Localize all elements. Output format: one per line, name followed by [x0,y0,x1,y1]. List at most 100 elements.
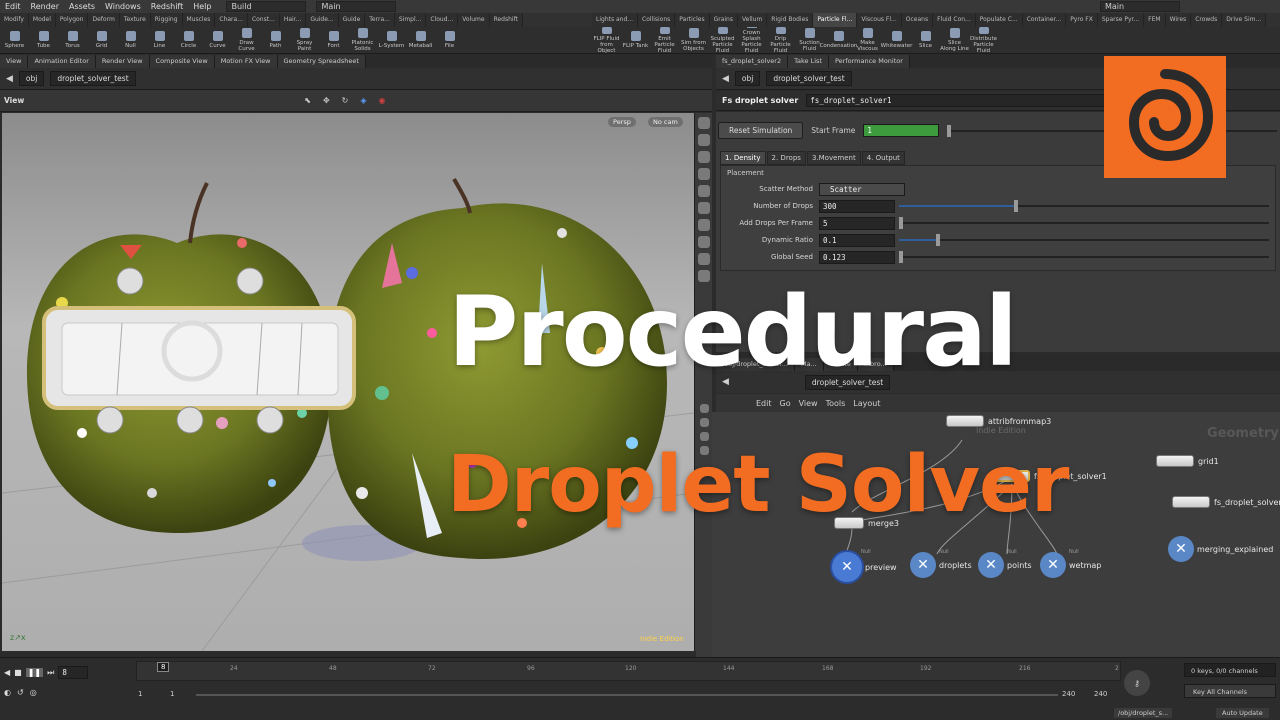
shelf-tool-button[interactable]: Distribute Particle Fluid [969,27,998,53]
menu-windows[interactable]: Windows [100,2,146,11]
snap-icon[interactable]: ◈ [360,96,366,105]
shelf-tab[interactable]: Rigid Bodies [767,13,814,27]
loop-icon[interactable]: ↺ [17,688,24,697]
shading-icon[interactable] [697,151,710,163]
network-tool-icon[interactable] [699,418,709,427]
path-node[interactable]: droplet_solver_test [50,71,136,86]
tab-motion-fx-view[interactable]: Motion FX View [214,55,278,68]
shelf-tool-button[interactable]: Line [145,27,174,53]
range-end[interactable]: 240 [1094,690,1107,698]
tab-composite-view[interactable]: Composite View [149,55,215,68]
shelf-tab[interactable]: Viscous Fl... [857,13,902,27]
node-name-field[interactable]: fs_droplet_solver1 [806,94,1127,107]
shelf-tool-button[interactable]: Drip Particle Fluid [766,27,795,53]
param-slider[interactable] [899,200,1269,212]
shelf-tab[interactable]: Guide... [306,13,339,27]
tab-take-list[interactable]: Take List [788,55,829,68]
tab-animation-editor[interactable]: Animation Editor [28,55,96,68]
shelf-tool-button[interactable]: Emit Particle Fluid [650,27,679,53]
shelf-tool-button[interactable]: Font [319,27,348,53]
menu-assets[interactable]: Assets [64,2,100,11]
path-obj[interactable]: obj [734,71,761,86]
desktop-main-dropdown[interactable]: Main [316,1,397,12]
back-arrow-icon[interactable]: ◀ [6,74,13,84]
shelf-tool-button[interactable]: Sculpted Particle Fluid [708,27,737,53]
shelf-tab[interactable]: Model [28,13,56,27]
param-slider[interactable] [899,217,1269,229]
shelf-tab[interactable]: Const... [247,13,280,27]
range-end-field[interactable]: 240 [1062,690,1075,698]
audio-icon[interactable]: ◐ [4,688,11,697]
shelf-tool-button[interactable]: Sphere [0,27,29,53]
skip-end-icon[interactable]: ⏭ [47,668,54,678]
shelf-tab[interactable]: Sparse Pyr... [1097,13,1145,27]
net-menu-layout[interactable]: Layout [853,399,880,408]
tab-render-view[interactable]: Render View [95,55,150,68]
shelf-tool-button[interactable]: Condensation [820,27,857,53]
desktop-build-dropdown[interactable]: Build [226,1,307,12]
node-wetmap[interactable]: ✕ Null wetmap [1040,549,1101,578]
shelf-tab[interactable]: Pyro FX [1066,13,1098,27]
back-arrow-icon[interactable]: ◀ [722,74,729,84]
shelf-tool-button[interactable]: File [435,27,464,53]
shelf-tab[interactable]: Collisions [638,13,676,27]
shelf-tab[interactable]: Wires [1165,13,1192,27]
range-start[interactable]: 1 [138,690,142,698]
stop-icon[interactable]: ■ [14,668,22,677]
persp-menu[interactable]: Persp [608,117,636,127]
menu-redshift[interactable]: Redshift [146,2,188,11]
shelf-tool-button[interactable]: Metaball [406,27,435,53]
node-preview[interactable]: ✕ Null preview [832,549,897,582]
tab-fs-droplet-solver2[interactable]: fs_droplet_solver2 [716,55,789,68]
shelf-tool-button[interactable]: Circle [174,27,203,53]
param-value-field[interactable]: 0.123 [819,250,895,264]
shelf-tool-button[interactable]: L-System [377,27,406,53]
tab-view[interactable]: View [0,55,29,68]
current-frame-field[interactable]: 8 [58,666,89,679]
shelf-tab[interactable]: Lights and... [592,13,639,27]
param-value-field[interactable]: 5 [819,216,895,230]
menu-edit[interactable]: Edit [0,2,26,11]
param-slider[interactable] [899,234,1269,246]
realtime-icon[interactable]: ◎ [30,688,37,697]
param-value-field[interactable]: 0.1 [819,233,895,247]
net-menu-edit[interactable]: Edit [756,399,772,408]
time-slider[interactable]: 8 24 48 72 96 120 144 168 192 216 2 [136,661,1121,681]
desktop-main-right-dropdown[interactable]: Main [1100,1,1180,12]
shelf-tab[interactable]: Populate C... [975,13,1023,27]
shelf-tab[interactable]: Guide [338,13,366,27]
grid-toggle-icon[interactable] [697,253,710,265]
start-frame-slider[interactable] [947,124,952,137]
reset-simulation-button[interactable]: Reset Simulation [718,122,804,139]
shelf-tab[interactable]: Drive Sim... [1222,13,1267,27]
param-slider-knob[interactable] [936,234,940,246]
key-icon[interactable]: ⚷ [1124,670,1150,696]
lighting-icon[interactable] [697,168,710,180]
shelf-tab[interactable]: Redshift [489,13,523,27]
uv-icon[interactable] [697,236,710,248]
node-droplets[interactable]: ✕ Null droplets [910,549,972,578]
rotate-tool-icon[interactable]: ↻ [342,96,349,105]
shelf-tool-button[interactable]: Sim from Objects [679,27,708,53]
param-slider-knob[interactable] [899,251,903,263]
shelf-tab[interactable]: Vellum [737,13,768,27]
shelf-tab[interactable]: Crowds [1191,13,1223,27]
shelf-tool-button[interactable]: Draw Curve [232,27,261,53]
scatter-method-menu[interactable]: Scatter [819,182,905,196]
shelf-tab[interactable]: Deform [88,13,120,27]
shelf-tab[interactable]: Cloud... [426,13,459,27]
shelf-tab[interactable]: Texture [119,13,151,27]
auto-update-menu[interactable]: Auto Update [1216,708,1269,718]
range-slider[interactable] [196,694,1058,696]
node-points[interactable]: ✕ Null points [978,549,1032,578]
play-reverse-icon[interactable]: ◀ [4,668,10,677]
node-merging-explained[interactable]: ✕ merging_explained [1168,536,1273,562]
shelf-tab[interactable]: Fluid Con... [933,13,976,27]
shelf-tool-button[interactable]: Torus [58,27,87,53]
shelf-tab[interactable]: Polygon [55,13,89,27]
frame-marker[interactable]: 8 [157,662,170,672]
shelf-tab[interactable]: Particles [675,13,710,27]
param-slider-knob[interactable] [1013,200,1018,212]
shelf-tool-button[interactable]: Null [116,27,145,53]
shelf-tool-button[interactable]: Curve [203,27,232,53]
